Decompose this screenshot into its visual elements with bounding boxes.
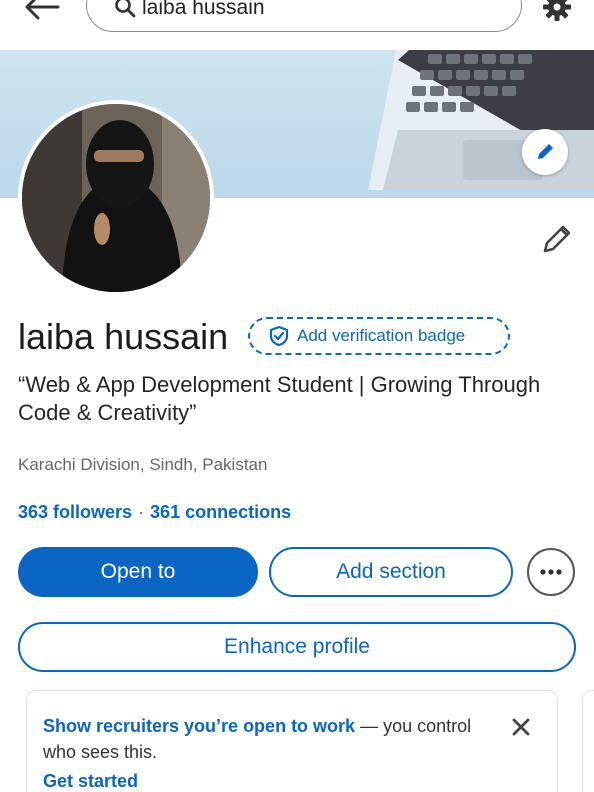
profile-photo: [22, 104, 210, 292]
stats-separator: ·: [138, 502, 145, 522]
avatar[interactable]: [18, 100, 214, 296]
shield-check-icon: [269, 325, 289, 347]
connections-link[interactable]: 361 connections: [150, 502, 291, 522]
search-query: laiba hussain: [142, 0, 265, 19]
pencil-icon: [538, 144, 553, 159]
more-button[interactable]: [527, 548, 575, 596]
close-icon[interactable]: [509, 715, 533, 739]
next-card-peek: [582, 690, 594, 792]
laptop-image: [368, 50, 594, 190]
profile-headline: “Web & App Development Student | Growing…: [18, 372, 541, 425]
open-to-work-card: Show recruiters you’re open to work — yo…: [26, 690, 558, 792]
edit-profile-pencil-icon[interactable]: [540, 222, 574, 256]
verification-label: Add verification badge: [297, 326, 466, 345]
get-started-link[interactable]: Get started: [43, 771, 138, 792]
search-icon: [115, 0, 136, 18]
top-bar: laiba hussain: [0, 0, 594, 50]
edit-cover-button[interactable]: [522, 129, 568, 175]
open-to-work-message: Show recruiters you’re open to work — yo…: [43, 713, 483, 765]
more-icon: [540, 569, 562, 575]
profile-name: laiba hussain: [18, 316, 229, 357]
back-arrow-icon[interactable]: [22, 0, 62, 22]
enhance-profile-button[interactable]: Enhance profile: [18, 622, 576, 672]
profile-location: Karachi Division, Sindh, Pakistan: [18, 455, 268, 474]
open-to-work-highlight[interactable]: Show recruiters you’re open to work: [43, 716, 355, 736]
followers-link[interactable]: 363 followers: [18, 502, 132, 522]
gear-icon[interactable]: [542, 0, 572, 22]
open-to-button[interactable]: Open to: [18, 547, 258, 597]
network-stats: 363 followers · 361 connections: [18, 502, 291, 523]
add-section-button[interactable]: Add section: [269, 547, 513, 597]
add-verification-badge-button[interactable]: Add verification badge: [248, 317, 510, 355]
